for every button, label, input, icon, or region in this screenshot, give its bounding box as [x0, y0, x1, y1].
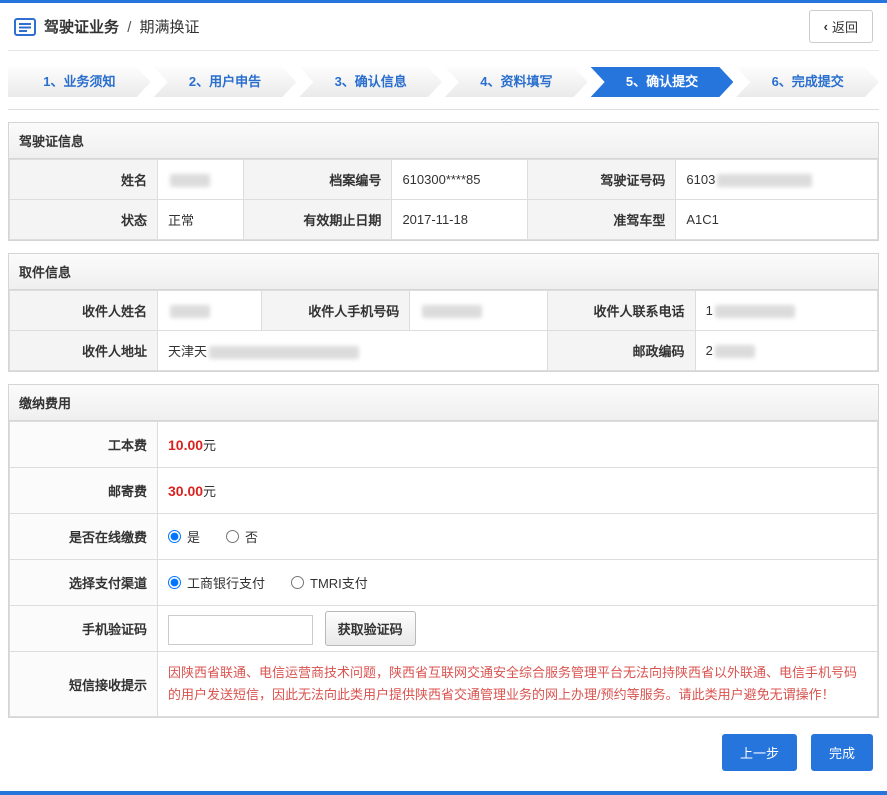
online-pay-yes-label: 是 [187, 530, 201, 545]
pay-channel-icbc-radio[interactable] [168, 576, 181, 589]
online-pay-label: 是否在线缴费 [9, 513, 158, 560]
recipient-tel-label: 收件人联系电话 [546, 290, 696, 331]
online-pay-no-radio[interactable] [226, 530, 240, 543]
table-row: 收件人地址 天津天 邮政编码 2 [9, 330, 879, 371]
address-label: 收件人地址 [9, 330, 158, 371]
step-3-confirm-info[interactable]: 3、确认信息 [299, 67, 442, 97]
name-value [156, 159, 245, 200]
expiry-value: 2017-11-18 [391, 199, 529, 240]
vehicle-class-value: A1C1 [675, 199, 878, 240]
page-header: 驾驶证业务 / 期满换证 ‹ 返回 [8, 3, 879, 51]
steps-bar: 1、业务须知 2、用户申告 3、确认信息 4、资料填写 5、确认提交 6、完成提… [8, 51, 879, 110]
postcode-value: 2 [694, 330, 879, 371]
sms-notice-text: 因陕西省联通、电信运营商技术问题，陕西省互联网交通安全综合服务管理平台无法向持陕… [168, 665, 858, 703]
redacted-value [170, 305, 210, 319]
redacted-value [170, 174, 210, 188]
online-pay-no-option[interactable]: 否 [226, 527, 258, 546]
step-5-confirm-submit-active[interactable]: 5、确认提交 [591, 67, 734, 97]
table-row: 收件人姓名 收件人手机号码 收件人联系电话 1 [9, 290, 879, 331]
file-no-value: 610300****85 [391, 159, 529, 200]
license-no-label: 驾驶证号码 [527, 159, 677, 200]
sms-code-label: 手机验证码 [9, 605, 158, 652]
postage-fee-label: 邮寄费 [9, 467, 158, 514]
recipient-phone-label: 收件人手机号码 [261, 290, 411, 331]
pay-channel-icbc-label: 工商银行支付 [187, 576, 266, 591]
postage-fee-amount: 30.00 [168, 483, 204, 499]
redacted-value [422, 305, 483, 319]
address-value: 天津天 [157, 330, 548, 371]
expiry-label: 有效期止日期 [243, 199, 393, 240]
pay-channel-tmri-option[interactable]: TMRI支付 [291, 573, 368, 592]
status-value: 正常 [156, 199, 245, 240]
page-title-main: 驾驶证业务 [44, 19, 120, 36]
sms-notice-cell: 因陕西省联通、电信运营商技术问题，陕西省互联网交通安全综合服务管理平台无法向持陕… [157, 650, 878, 718]
breadcrumb-divider: / [127, 19, 132, 36]
production-fee-value: 10.00元 [157, 421, 878, 468]
license-info-table: 姓名 档案编号 610300****85 驾驶证号码 6103 状态 正常 有效… [9, 159, 878, 240]
redacted-value [714, 345, 755, 359]
fee-unit: 元 [203, 484, 217, 499]
redacted-value [209, 346, 360, 360]
breadcrumb: 驾驶证业务 / 期满换证 [44, 16, 200, 37]
postcode-label: 邮政编码 [546, 330, 696, 371]
status-label: 状态 [9, 199, 158, 240]
table-row: 姓名 档案编号 610300****85 驾驶证号码 6103 [9, 159, 878, 200]
online-pay-options: 是 否 [157, 513, 878, 560]
fees-table: 工本费 10.00元 邮寄费 30.00元 是否在线缴费 是 否 选择支付渠道 … [9, 421, 878, 718]
postage-fee-value: 30.00元 [157, 467, 878, 514]
production-fee-amount: 10.00 [168, 437, 204, 453]
table-row: 手机验证码 获取验证码 [9, 605, 878, 652]
table-row: 是否在线缴费 是 否 [9, 513, 878, 560]
table-row: 选择支付渠道 工商银行支付 TMRI支付 [9, 559, 878, 606]
recipient-phone-value [409, 290, 548, 331]
step-4-fill-data[interactable]: 4、资料填写 [445, 67, 588, 97]
table-row: 工本费 10.00元 [9, 421, 878, 468]
pickup-info-table: 收件人姓名 收件人手机号码 收件人联系电话 1 收件人地址 天津天 邮政编码 2 [9, 290, 879, 371]
fee-unit: 元 [203, 438, 217, 453]
redacted-value [717, 174, 813, 188]
pickup-info-title: 取件信息 [9, 254, 878, 290]
license-no-value: 6103 [675, 159, 878, 200]
vehicle-class-label: 准驾车型 [527, 199, 677, 240]
pay-channel-tmri-radio[interactable] [291, 576, 305, 589]
name-label: 姓名 [9, 159, 158, 200]
recipient-tel-value: 1 [694, 290, 879, 331]
step-6-finish-submit[interactable]: 6、完成提交 [736, 67, 879, 97]
finish-button[interactable]: 完成 [810, 734, 873, 772]
table-row: 短信接收提示 因陕西省联通、电信运营商技术问题，陕西省互联网交通安全综合服务管理… [9, 650, 878, 718]
pay-channel-icbc-option[interactable]: 工商银行支付 [168, 573, 265, 592]
step-2-user-declaration[interactable]: 2、用户申告 [154, 67, 297, 97]
production-fee-label: 工本费 [9, 421, 158, 468]
table-row: 邮寄费 30.00元 [9, 467, 878, 514]
recipient-name-value [156, 290, 263, 331]
license-info-title: 驾驶证信息 [9, 123, 878, 159]
file-no-label: 档案编号 [243, 159, 393, 200]
license-info-section: 驾驶证信息 姓名 档案编号 610300****85 驾驶证号码 6103 状态… [8, 122, 879, 241]
online-pay-yes-option[interactable]: 是 [168, 527, 200, 546]
back-button-label: 返回 [831, 20, 858, 35]
sms-code-input[interactable] [168, 614, 313, 645]
page-title-sub: 期满换证 [139, 19, 200, 36]
fees-title: 缴纳费用 [9, 385, 878, 421]
footer-actions: 上一步 完成 [14, 734, 873, 772]
get-sms-code-button[interactable]: 获取验证码 [324, 611, 416, 646]
license-business-icon [14, 17, 36, 36]
pay-channel-label: 选择支付渠道 [9, 559, 158, 606]
fees-section: 缴纳费用 工本费 10.00元 邮寄费 30.00元 是否在线缴费 是 否 选择… [8, 384, 879, 719]
online-pay-yes-radio[interactable] [168, 530, 181, 543]
online-pay-no-label: 否 [245, 530, 259, 545]
previous-step-button[interactable]: 上一步 [721, 734, 797, 772]
chevron-left-icon: ‹ [823, 19, 828, 34]
pay-channel-options: 工商银行支付 TMRI支付 [157, 559, 878, 606]
pickup-info-section: 取件信息 收件人姓名 收件人手机号码 收件人联系电话 1 收件人地址 天津天 邮… [8, 253, 879, 372]
sms-code-field-row: 获取验证码 [157, 605, 878, 652]
sms-notice-label: 短信接收提示 [9, 650, 158, 718]
back-button[interactable]: ‹ 返回 [808, 10, 873, 43]
step-1-business-notice[interactable]: 1、业务须知 [8, 67, 151, 97]
bottom-accent-bar [0, 791, 887, 795]
pay-channel-tmri-label: TMRI支付 [310, 576, 368, 591]
table-row: 状态 正常 有效期止日期 2017-11-18 准驾车型 A1C1 [9, 199, 878, 240]
redacted-value [714, 305, 795, 319]
recipient-name-label: 收件人姓名 [9, 290, 158, 331]
